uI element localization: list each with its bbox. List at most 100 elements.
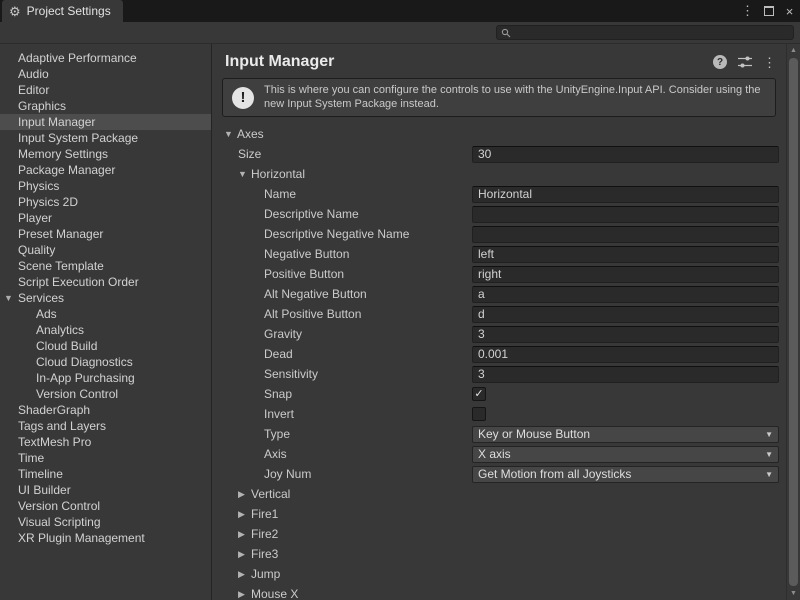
sidebar-item-tags-and-layers[interactable]: Tags and Layers (0, 418, 211, 434)
sidebar-item-textmesh-pro[interactable]: TextMesh Pro (0, 434, 211, 450)
titlebar: ⚙ Project Settings ⋮ × (0, 0, 800, 22)
dropdown[interactable]: Key or Mouse Button ▼ (472, 426, 779, 443)
sidebar-item-adaptive-performance[interactable]: Adaptive Performance (0, 50, 211, 66)
text-field[interactable] (472, 246, 779, 263)
text-field[interactable] (472, 366, 779, 383)
settings-row-snap: Snap ✓ (212, 384, 786, 404)
foldout-icon[interactable]: ▶ (238, 490, 251, 499)
more-options-icon[interactable]: ⋮ (763, 56, 776, 69)
sidebar-item-audio[interactable]: Audio (0, 66, 211, 82)
text-field[interactable] (472, 306, 779, 323)
dropdown[interactable]: Get Motion from all Joysticks ▼ (472, 466, 779, 483)
sidebar-item-version-control[interactable]: Version Control (0, 386, 211, 402)
sidebar-item-in-app-purchasing[interactable]: In-App Purchasing (0, 370, 211, 386)
text-field[interactable] (472, 186, 779, 203)
text-field[interactable] (472, 346, 779, 363)
sidebar-item-label: Memory Settings (18, 147, 108, 161)
sidebar-item-script-execution-order[interactable]: Script Execution Order (0, 274, 211, 290)
info-text: This is where you can configure the cont… (264, 84, 766, 111)
settings-row-type: Type Key or Mouse Button ▼ (212, 424, 786, 444)
foldout-icon[interactable]: ▶ (238, 550, 251, 559)
settings-row-axes[interactable]: ▼ Axes (212, 124, 786, 144)
dropdown[interactable]: X axis ▼ (472, 446, 779, 463)
sidebar-item-label: Ads (36, 307, 57, 321)
sidebar-item-cloud-diagnostics[interactable]: Cloud Diagnostics (0, 354, 211, 370)
text-field[interactable] (472, 326, 779, 343)
settings-row-mouse-x[interactable]: ▶ Mouse X (212, 584, 786, 600)
foldout-icon[interactable]: ▶ (238, 570, 251, 579)
project-settings-window: ⚙ Project Settings ⋮ × Adaptive Performa… (0, 0, 800, 600)
help-icon[interactable]: ? (713, 55, 727, 69)
foldout-icon[interactable]: ▼ (238, 170, 251, 179)
sidebar-item-cloud-build[interactable]: Cloud Build (0, 338, 211, 354)
sidebar-item-analytics[interactable]: Analytics (0, 322, 211, 338)
sidebar-item-label: Graphics (18, 99, 66, 113)
text-field[interactable] (472, 206, 779, 223)
sidebar-item-quality[interactable]: Quality (0, 242, 211, 258)
row-label: Mouse X (251, 587, 298, 600)
settings-row-horizontal[interactable]: ▼ Horizontal (212, 164, 786, 184)
sidebar-item-xr-plugin-management[interactable]: XR Plugin Management (0, 530, 211, 546)
scroll-down-button[interactable]: ▼ (787, 587, 800, 600)
sidebar-item-editor[interactable]: Editor (0, 82, 211, 98)
checkbox[interactable]: ✓ (472, 387, 486, 401)
sidebar-item-visual-scripting[interactable]: Visual Scripting (0, 514, 211, 530)
sidebar-item-player[interactable]: Player (0, 210, 211, 226)
maximize-button[interactable] (758, 0, 779, 22)
scrollbar-thumb[interactable] (789, 58, 798, 586)
sidebar-item-label: Time (18, 451, 44, 465)
row-label: Alt Negative Button (264, 287, 367, 301)
sidebar-item-ads[interactable]: Ads (0, 306, 211, 322)
foldout-icon[interactable]: ▶ (238, 530, 251, 539)
settings-row-axis: Axis X axis ▼ (212, 444, 786, 464)
sidebar-item-label: Visual Scripting (18, 515, 101, 529)
window-menu-button[interactable]: ⋮ (737, 0, 758, 22)
sidebar-list: Adaptive Performance Audio Editor Graphi… (0, 44, 212, 600)
text-field[interactable] (472, 266, 779, 283)
foldout-icon[interactable]: ▼ (224, 130, 237, 139)
settings-row-fire1[interactable]: ▶ Fire1 (212, 504, 786, 524)
settings-row-vertical[interactable]: ▶ Vertical (212, 484, 786, 504)
settings-row-invert: Invert ✓ (212, 404, 786, 424)
scroll-up-button[interactable]: ▲ (787, 44, 800, 57)
settings-row-dead: Dead (212, 344, 786, 364)
sidebar-item-input-system-package[interactable]: Input System Package (0, 130, 211, 146)
row-label: Sensitivity (264, 367, 318, 381)
sidebar-item-graphics[interactable]: Graphics (0, 98, 211, 114)
search-box[interactable] (496, 25, 794, 40)
presets-icon[interactable] (738, 56, 752, 68)
sidebar-item-physics[interactable]: Physics (0, 178, 211, 194)
foldout-icon[interactable]: ▼ (4, 293, 13, 303)
titlebar-spacer (123, 0, 737, 22)
row-label: Fire2 (251, 527, 278, 541)
checkbox[interactable]: ✓ (472, 407, 486, 421)
sidebar-item-label: Cloud Diagnostics (36, 355, 133, 369)
settings-row-fire3[interactable]: ▶ Fire3 (212, 544, 786, 564)
sidebar-item-package-manager[interactable]: Package Manager (0, 162, 211, 178)
settings-row-fire2[interactable]: ▶ Fire2 (212, 524, 786, 544)
sidebar-item-version-control[interactable]: Version Control (0, 498, 211, 514)
foldout-icon[interactable]: ▶ (238, 510, 251, 519)
sidebar-item-timeline[interactable]: Timeline (0, 466, 211, 482)
sidebar-item-input-manager[interactable]: Input Manager (0, 114, 211, 130)
scroll-down-icon: ▼ (790, 590, 797, 597)
text-field[interactable] (472, 286, 779, 303)
sidebar-item-physics-2d[interactable]: Physics 2D (0, 194, 211, 210)
close-button[interactable]: × (779, 0, 800, 22)
settings-row-jump[interactable]: ▶ Jump (212, 564, 786, 584)
tab-project-settings[interactable]: ⚙ Project Settings (2, 0, 123, 22)
search-input[interactable] (515, 27, 789, 39)
sidebar-item-scene-template[interactable]: Scene Template (0, 258, 211, 274)
sidebar-item-label: Audio (18, 67, 49, 81)
window-body: Adaptive Performance Audio Editor Graphi… (0, 44, 800, 600)
sidebar-item-shadergraph[interactable]: ShaderGraph (0, 402, 211, 418)
sidebar-item-preset-manager[interactable]: Preset Manager (0, 226, 211, 242)
sidebar-item-services[interactable]: ▼ Services (0, 290, 211, 306)
sidebar-item-label: Timeline (18, 467, 63, 481)
foldout-icon[interactable]: ▶ (238, 590, 251, 599)
sidebar-item-memory-settings[interactable]: Memory Settings (0, 146, 211, 162)
text-field[interactable] (472, 146, 779, 163)
sidebar-item-ui-builder[interactable]: UI Builder (0, 482, 211, 498)
sidebar-item-time[interactable]: Time (0, 450, 211, 466)
text-field[interactable] (472, 226, 779, 243)
